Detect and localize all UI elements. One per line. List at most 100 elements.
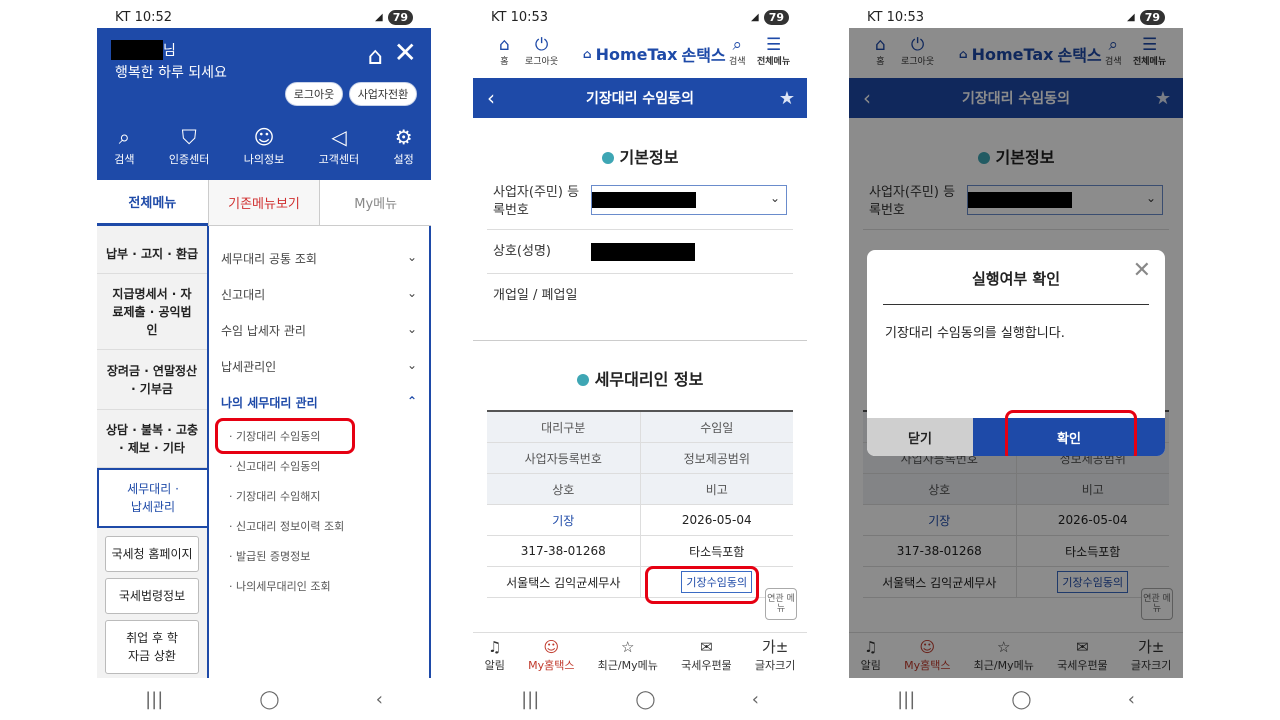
category-consult[interactable]: 상담 · 불복 · 고충 · 제보 · 기타 [97, 410, 207, 468]
category-tax-agent[interactable]: 세무대리 · 납세관리 [97, 468, 207, 528]
person-icon: ☺ [253, 125, 275, 149]
chevron-down-icon: ⌄ [406, 358, 417, 372]
menu-filing-agent[interactable]: 신고대리 ⌄ [221, 286, 417, 303]
business-no-select[interactable]: ⌄ [591, 185, 787, 215]
category-payment[interactable]: 납부 · 고지 · 환급 [97, 234, 207, 274]
tab-my-menu[interactable]: My메뉴 [320, 180, 431, 226]
battery-badge: 79 [763, 9, 789, 25]
roof-icon: ⌂ [583, 47, 592, 61]
bullet-icon [601, 152, 614, 164]
home-icon: ⌂ [499, 35, 510, 55]
home-icon[interactable]: ⌂ [368, 42, 383, 70]
category-statements[interactable]: 지급명세서 · 자료제출 · 공익법인 [97, 274, 207, 350]
home-nav-icon[interactable]: ◯ [259, 689, 279, 710]
category-incentives[interactable]: 장려금 · 연말정산 · 기부금 [97, 350, 207, 410]
back-nav-icon[interactable]: ‹ [752, 689, 759, 710]
recent-apps-icon[interactable]: ||| [145, 689, 163, 710]
tax-law-button[interactable]: 국세법령정보 [105, 578, 199, 614]
shield-icon: ⛉ [181, 125, 197, 149]
star-outline-icon: ☆ [621, 637, 635, 656]
bell-icon: ♫ [488, 637, 502, 656]
dialog-cancel-button[interactable]: 닫기 [867, 418, 973, 456]
redacted-name [111, 40, 163, 60]
dialog-title: 실행여부 확인 [971, 270, 1061, 288]
quick-support[interactable]: ◁ 고객센터 [319, 127, 359, 167]
status-bar: KT 10:53 ◢ 79 [473, 0, 807, 34]
header-logout[interactable]: ⏻ 로그아웃 [525, 36, 558, 67]
header-home[interactable]: ⌂ 홈 [499, 36, 510, 67]
quick-myinfo[interactable]: ☺ 나의정보 [244, 127, 284, 167]
back-nav-icon[interactable]: ‹ [1128, 689, 1135, 710]
nav-mail[interactable]: ✉ 국세우편물 [681, 639, 732, 673]
quick-cert[interactable]: ⛉ 인증센터 [169, 127, 209, 167]
table-row: 기장 2026-05-04 [487, 505, 793, 536]
phone-dialog-screen: KT 10:53 ◢ 79 ⌂ 홈 ⏻ 로그아웃 ⌂ HomeTax 손택스 ⌕ 검색 ☰ 전… [849, 0, 1183, 720]
section-divider [473, 340, 807, 341]
sub-filing-history[interactable]: · 신고대리 정보이력 조회 [229, 518, 344, 534]
tab-classic-menu[interactable]: 기존메뉴보기 [207, 180, 321, 226]
nav-my-hometax[interactable]: ☺ My홈택스 [528, 639, 574, 673]
row-company: 상호(성명) [487, 230, 793, 274]
recent-apps-icon[interactable]: ||| [521, 689, 539, 710]
switch-business-button[interactable]: 사업자전환 [349, 82, 417, 106]
app-header: ⌂ 홈 ⏻ 로그아웃 ⌂ HomeTax 손택스 ⌕ 검색 ☰ 전체메뉴 [473, 34, 807, 78]
menu-my-tax-agent[interactable]: 나의 세무대리 관리 ⌃ [221, 394, 417, 411]
student-loan-button[interactable]: 취업 후 학자금 상환 [105, 620, 199, 674]
signal-icon: ◢ [374, 11, 383, 23]
star-icon[interactable]: ★ [779, 88, 795, 109]
phone-detail-screen: KT 10:53 ◢ 79 ⌂ 홈 ⏻ 로그아웃 ⌂ HomeTax 손택스 ⌕ 검색 ☰ 전… [473, 0, 807, 720]
menu-tabs: 전체메뉴 기존메뉴보기 My메뉴 [97, 180, 431, 226]
battery-badge: 79 [1139, 9, 1165, 25]
gear-icon: ⚙ [394, 125, 413, 149]
redacted-business-no [592, 192, 696, 208]
sub-issued-certs[interactable]: · 발급된 증명정보 [229, 548, 310, 564]
logout-button[interactable]: 로그아웃 [285, 82, 343, 106]
related-menu-button[interactable]: 연관 메뉴 [765, 588, 797, 620]
sub-filing-consent[interactable]: · 신고대리 수임동의 [229, 458, 320, 474]
quick-icons: ⌕ 검색 ⛉ 인증센터 ☺ 나의정보 ◁ 고객센터 ⚙ 설정 [97, 114, 431, 180]
menu-client-manage[interactable]: 수임 납세자 관리 ⌄ [221, 322, 417, 339]
power-icon: ⏻ [534, 35, 549, 55]
quick-search[interactable]: ⌕ 검색 [114, 127, 134, 167]
quick-settings[interactable]: ⚙ 설정 [394, 127, 414, 167]
header-search[interactable]: ⌕ 검색 [729, 36, 746, 67]
close-icon[interactable]: ✕ [1133, 258, 1151, 283]
recent-apps-icon[interactable]: ||| [897, 689, 915, 710]
nts-homepage-button[interactable]: 국세청 홈페이지 [105, 536, 199, 572]
basic-info-title: 기본정보 [473, 144, 807, 168]
back-nav-icon[interactable]: ‹ [376, 689, 383, 710]
table-header-row: 상호 비고 [487, 474, 793, 505]
chevron-up-icon: ⌃ [406, 394, 417, 408]
menu-header: 님 행복한 하루 되세요 ⌂ ✕ 로그아웃 사업자전환 [97, 28, 431, 114]
submenu-panel: 세무대리 공통 조회 ⌄ 신고대리 ⌄ 수임 납세자 관리 ⌄ 납세관리인 ⌄ 나의 세… [207, 226, 431, 678]
category-list: 납부 · 고지 · 환급 지급명세서 · 자료제출 · 공익법인 장려금 · 연… [97, 226, 207, 678]
highlight-box [215, 418, 355, 454]
sub-my-agent-inquiry[interactable]: · 나의세무대리인 조회 [229, 578, 331, 594]
search-icon: ⌕ [118, 125, 130, 149]
android-nav: ||| ◯ ‹ [473, 678, 807, 720]
home-nav-icon[interactable]: ◯ [635, 689, 655, 710]
hamburger-icon: ☰ [765, 35, 782, 55]
nav-alerts[interactable]: ♫ 알림 [485, 639, 505, 673]
back-icon[interactable]: ‹ [487, 86, 495, 110]
android-nav: ||| ◯ ‹ [97, 678, 431, 720]
page-title: 기장대리 수임동의 [586, 91, 694, 107]
table-header-row: 대리구분수임일 [487, 412, 793, 443]
nav-font-size[interactable]: 가± 글자크기 [755, 639, 795, 673]
menu-tax-administrator[interactable]: 납세관리인 ⌄ [221, 358, 417, 375]
tab-all-menu[interactable]: 전체메뉴 [97, 180, 208, 226]
greeting-text: 행복한 하루 되세요 [115, 65, 227, 81]
row-business-no: 사업자(주민) 등록번호 ⌄ [487, 172, 793, 230]
sub-bookkeeping-cancel[interactable]: · 기장대리 수임해지 [229, 488, 320, 504]
menu-common-inquiry[interactable]: 세무대리 공통 조회 ⌄ [221, 250, 417, 267]
header-all-menu[interactable]: ☰ 전체메뉴 [757, 36, 790, 67]
mail-icon: ✉ [700, 637, 713, 656]
hometax-logo: ⌂ HomeTax 손택스 [583, 44, 726, 66]
nav-recent[interactable]: ☆ 최근/My메뉴 [598, 639, 658, 673]
font-size-icon: 가± [761, 637, 789, 656]
close-icon[interactable]: ✕ [394, 36, 417, 69]
home-nav-icon[interactable]: ◯ [1011, 689, 1031, 710]
table-header-row: 사업자등록번호 정보제공범위 [487, 443, 793, 474]
clock: 10:52 [134, 9, 173, 25]
phone-menu-screen: KT 10:52 ◢ 79 님 행복한 하루 되세요 ⌂ ✕ 로그아웃 사업자전환… [97, 0, 431, 720]
